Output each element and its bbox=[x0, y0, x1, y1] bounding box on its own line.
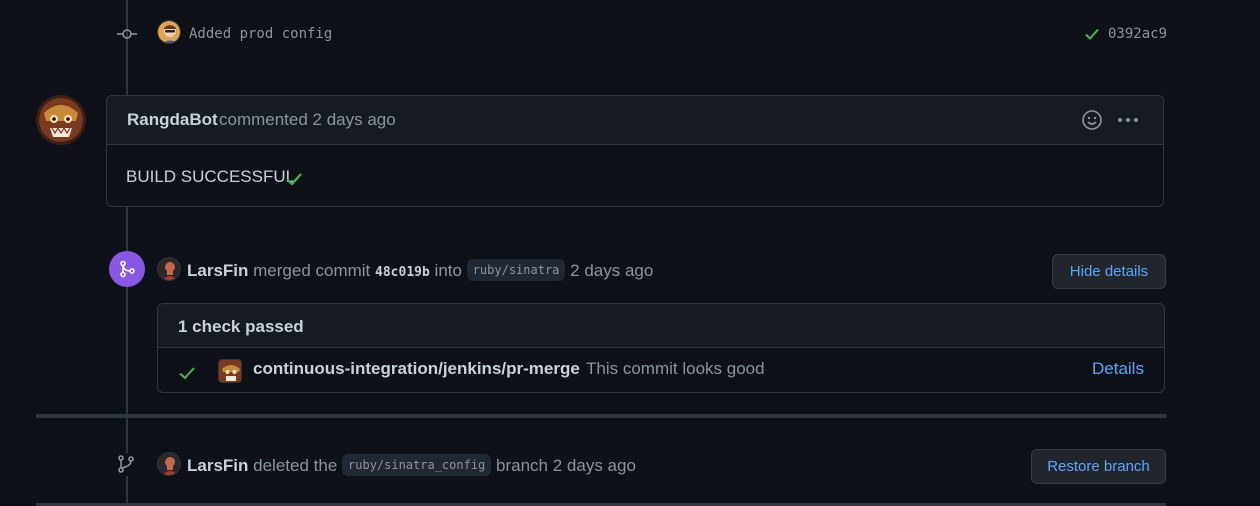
check-description: This commit looks good bbox=[586, 359, 765, 378]
check-icon bbox=[178, 364, 196, 382]
check-name: continuous-integration/jenkins/pr-merge bbox=[253, 359, 580, 378]
check-details-link[interactable]: Details bbox=[1092, 359, 1144, 379]
merge-event-text: LarsFin merged commit 48c019b into ruby/… bbox=[187, 259, 653, 281]
git-merge-icon bbox=[109, 251, 145, 287]
kebab-horizontal-icon[interactable] bbox=[1117, 110, 1139, 130]
commit-author-avatar[interactable] bbox=[157, 20, 181, 44]
delete-actor[interactable]: LarsFin bbox=[187, 456, 248, 475]
actor-avatar[interactable] bbox=[157, 452, 181, 476]
comment-body: BUILD SUCCESSFUL bbox=[126, 167, 296, 186]
comment-timestamp[interactable]: commented 2 days ago bbox=[219, 110, 396, 130]
timeline-line bbox=[126, 476, 128, 506]
check-icon[interactable] bbox=[1084, 26, 1100, 42]
checks-box: 1 check passed continuous-integration/je… bbox=[157, 303, 1165, 393]
target-branch[interactable]: ruby/sinatra bbox=[466, 259, 566, 281]
timeline-line bbox=[126, 418, 128, 453]
comment-header: RangdaBot commented 2 days ago bbox=[107, 96, 1163, 145]
delete-time[interactable]: 2 days ago bbox=[553, 456, 636, 475]
merge-actor[interactable]: LarsFin bbox=[187, 261, 248, 280]
check-icon bbox=[285, 170, 303, 188]
check-app-avatar bbox=[218, 359, 242, 383]
checks-title: 1 check passed bbox=[178, 317, 304, 336]
checks-header: 1 check passed bbox=[158, 304, 1164, 348]
timeline-separator bbox=[36, 414, 1166, 418]
comment-author[interactable]: RangdaBot bbox=[127, 110, 218, 130]
commit-message[interactable]: Added prod config bbox=[189, 26, 332, 42]
merge-into: into bbox=[434, 261, 462, 280]
delete-verb: deleted the bbox=[253, 456, 338, 475]
commit-sha[interactable]: 0392ac9 bbox=[1108, 26, 1167, 42]
merge-commit-sha[interactable]: 48c019b bbox=[375, 265, 430, 280]
merge-time[interactable]: 2 days ago bbox=[570, 261, 653, 280]
timeline-line bbox=[126, 287, 128, 414]
git-commit-icon bbox=[117, 26, 137, 42]
timeline-line bbox=[126, 207, 128, 251]
actor-avatar[interactable] bbox=[157, 257, 181, 281]
bot-avatar[interactable] bbox=[36, 95, 86, 145]
delete-branch-word: branch bbox=[496, 456, 549, 475]
delete-event-text: LarsFin deleted the ruby/sinatra_config … bbox=[187, 454, 636, 476]
timeline-line bbox=[126, 0, 128, 95]
comment-box: RangdaBot commented 2 days ago BUILD SUC… bbox=[106, 95, 1164, 207]
deleted-branch[interactable]: ruby/sinatra_config bbox=[342, 454, 492, 476]
merge-verb: merged commit bbox=[253, 261, 371, 280]
smiley-icon[interactable] bbox=[1081, 109, 1103, 131]
restore-branch-button[interactable]: Restore branch bbox=[1031, 449, 1166, 484]
hide-details-button[interactable]: Hide details bbox=[1052, 254, 1166, 289]
git-branch-icon bbox=[117, 454, 135, 474]
